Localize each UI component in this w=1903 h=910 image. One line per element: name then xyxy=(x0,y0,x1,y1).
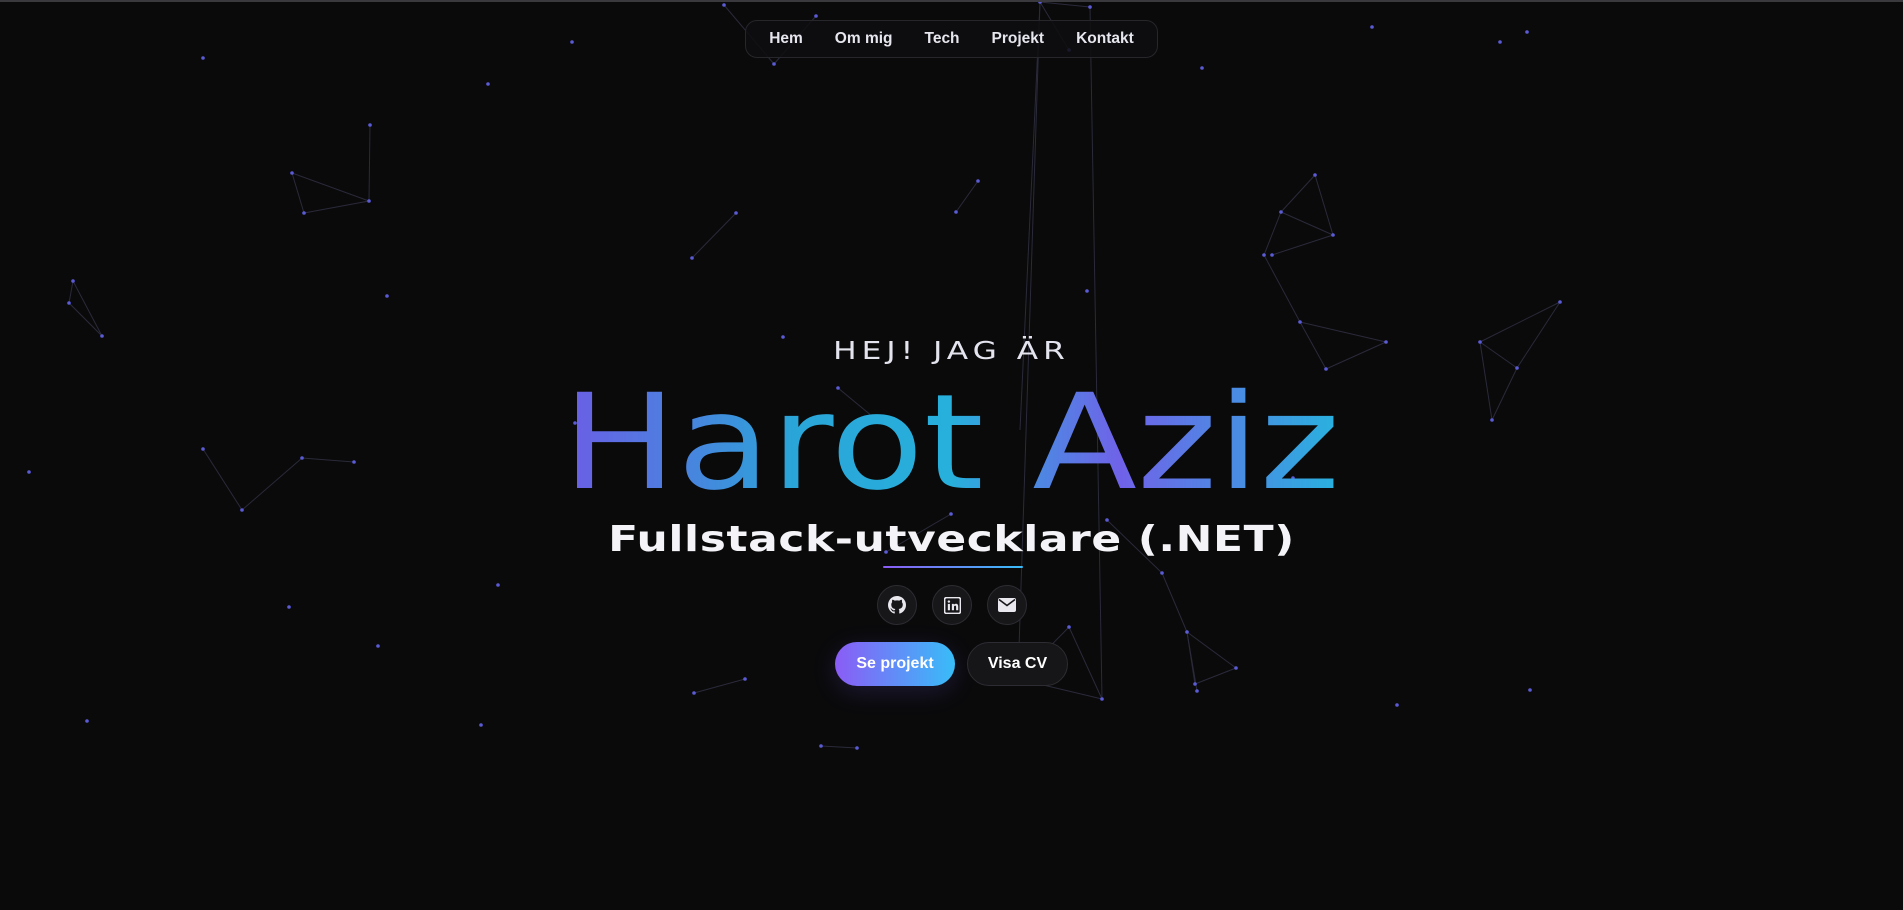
particle-dot xyxy=(954,210,958,214)
particle-link xyxy=(72,280,103,337)
linkedin-icon xyxy=(943,596,961,614)
particle-dot xyxy=(976,179,980,183)
particle-link xyxy=(1280,174,1316,213)
particle-dot xyxy=(772,62,776,66)
particle-dot xyxy=(1525,30,1529,34)
particle-link xyxy=(1194,667,1237,685)
see-projects-button[interactable]: Se projekt xyxy=(835,642,955,686)
particle-link xyxy=(1280,211,1334,236)
particle-dot xyxy=(1185,630,1189,634)
particle-dot xyxy=(376,644,380,648)
linkedin-button[interactable] xyxy=(932,585,972,625)
particle-link xyxy=(368,124,371,202)
mail-button[interactable] xyxy=(987,585,1027,625)
nav-item-hem[interactable]: Hem xyxy=(753,30,819,48)
particle-dot xyxy=(385,294,389,298)
hero-name: Harot Aziz xyxy=(562,378,1340,498)
particle-dot xyxy=(479,723,483,727)
particle-dot xyxy=(367,199,371,203)
particle-link xyxy=(68,302,103,337)
particle-link xyxy=(303,200,370,214)
particle-dot xyxy=(1195,689,1199,693)
particle-dot xyxy=(1067,625,1071,629)
particle-link xyxy=(820,745,858,749)
particle-dot xyxy=(570,40,574,44)
particle-link xyxy=(291,172,370,202)
particle-dot xyxy=(1528,688,1532,692)
hero-name-container: Harot Aziz xyxy=(0,378,1903,498)
nav-item-om-mig[interactable]: Om mig xyxy=(819,30,909,48)
particle-dot xyxy=(302,211,306,215)
particle-dot xyxy=(1298,320,1302,324)
particle-dot xyxy=(1395,703,1399,707)
hero-page: Hem Om mig Tech Projekt Kontakt HEJ! JAG… xyxy=(0,0,1903,910)
particle-dot xyxy=(1331,233,1335,237)
particle-dot xyxy=(1313,173,1317,177)
nav-item-projekt[interactable]: Projekt xyxy=(976,30,1061,48)
particle-dot xyxy=(1100,697,1104,701)
particle-link xyxy=(691,212,737,259)
particle-dot xyxy=(1088,5,1092,9)
particle-dot xyxy=(1370,25,1374,29)
particle-dot xyxy=(71,279,75,283)
github-icon xyxy=(888,596,906,614)
particle-link xyxy=(1161,572,1188,633)
particle-link xyxy=(1263,254,1301,323)
hero-greeting: HEJ! JAG ÄR xyxy=(833,336,1070,365)
particle-dot xyxy=(722,3,726,7)
particle-link xyxy=(693,678,746,694)
particle-link xyxy=(291,172,305,214)
particle-dot xyxy=(1515,366,1519,370)
top-navigation: Hem Om mig Tech Projekt Kontakt xyxy=(745,20,1158,58)
particle-dot xyxy=(690,256,694,260)
particle-dot xyxy=(1498,40,1502,44)
particle-dot xyxy=(1262,253,1266,257)
particle-dot xyxy=(855,746,859,750)
social-links xyxy=(877,585,1029,627)
mail-icon xyxy=(998,598,1016,612)
role-underline xyxy=(883,566,1023,568)
particle-dot xyxy=(1160,571,1164,575)
particle-dot xyxy=(1085,289,1089,293)
window-top-border xyxy=(0,0,1903,2)
particle-dot xyxy=(743,677,747,681)
particle-dot xyxy=(240,508,244,512)
particle-dot xyxy=(85,719,89,723)
particle-dot xyxy=(1270,253,1274,257)
particle-link xyxy=(955,180,979,213)
particle-dot xyxy=(1193,682,1197,686)
particle-dot xyxy=(1200,66,1204,70)
particle-link xyxy=(1068,626,1103,700)
particle-link xyxy=(1263,211,1282,256)
particle-link xyxy=(1039,1,1091,8)
particle-dot xyxy=(287,605,291,609)
particle-link xyxy=(1019,1,1041,431)
particle-dot xyxy=(692,691,696,695)
particle-dot xyxy=(201,56,205,60)
github-button[interactable] xyxy=(877,585,917,625)
particle-link xyxy=(1186,631,1237,669)
particle-dot xyxy=(290,171,294,175)
particle-dot xyxy=(67,301,71,305)
particle-link xyxy=(1314,174,1334,236)
particle-dot xyxy=(1279,210,1283,214)
particle-link xyxy=(68,280,74,304)
particle-dot xyxy=(819,744,823,748)
particle-dot xyxy=(1324,367,1328,371)
particle-dot xyxy=(496,583,500,587)
hero-role: Fullstack-utvecklare (.NET) xyxy=(608,519,1295,560)
particle-dot xyxy=(368,123,372,127)
nav-item-kontakt[interactable]: Kontakt xyxy=(1060,30,1150,48)
particle-dot xyxy=(1234,666,1238,670)
particle-link xyxy=(1271,234,1334,256)
particle-dot xyxy=(734,211,738,215)
particle-dot xyxy=(486,82,490,86)
view-cv-button[interactable]: Visa CV xyxy=(967,642,1068,686)
particle-dot xyxy=(1558,300,1562,304)
nav-item-tech[interactable]: Tech xyxy=(909,30,976,48)
particle-link xyxy=(1186,631,1198,692)
particle-dot xyxy=(814,14,818,18)
